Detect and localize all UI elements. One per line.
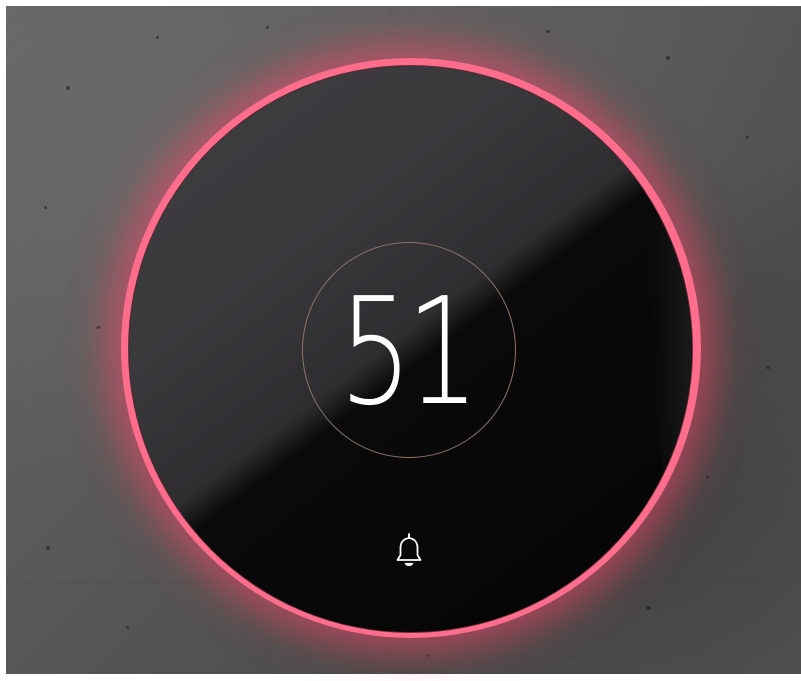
- disc-edge-highlight: [652, 166, 692, 486]
- wall-speck: [46, 546, 50, 550]
- wall-speck: [766, 366, 770, 369]
- wall-speck: [96, 326, 101, 329]
- value-dial[interactable]: 51: [302, 242, 516, 458]
- wall-speck: [66, 86, 70, 90]
- wall-speck: [156, 36, 159, 39]
- wall-speck: [426, 654, 429, 657]
- wall-speck: [746, 136, 749, 139]
- screen: 51: [0, 0, 801, 681]
- wall-speck: [44, 206, 47, 209]
- wall-speck: [706, 476, 709, 479]
- bell-icon[interactable]: [392, 532, 426, 572]
- bell-icon-graphic: [396, 533, 422, 566]
- wall-speck: [546, 30, 550, 33]
- wall-speck: [266, 26, 269, 29]
- value-readout: 51: [338, 266, 480, 438]
- wall-speck: [666, 56, 670, 60]
